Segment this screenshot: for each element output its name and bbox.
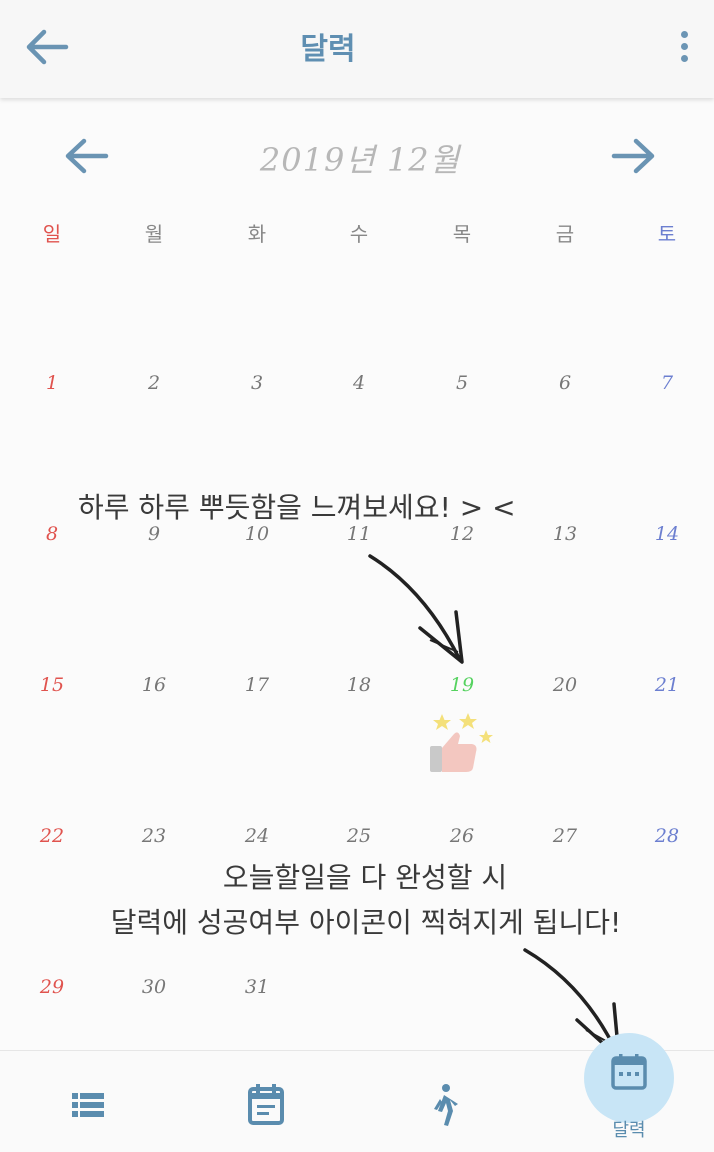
nav-todo-list[interactable] bbox=[0, 1051, 178, 1152]
weekday-sat: 토 bbox=[657, 222, 677, 246]
calendar-day[interactable]: 15 bbox=[22, 674, 82, 696]
more-vertical-icon bbox=[680, 31, 688, 38]
more-options-button[interactable] bbox=[676, 28, 692, 68]
calendar-note-icon bbox=[248, 1084, 284, 1125]
calendar-day[interactable]: 4 bbox=[329, 372, 389, 394]
calendar-day[interactable]: 31 bbox=[227, 976, 287, 998]
calendar-day[interactable]: 30 bbox=[124, 976, 184, 998]
arrow-right-icon bbox=[611, 138, 655, 174]
calendar-day[interactable]: 7 bbox=[637, 372, 697, 394]
calendar-day[interactable]: 27 bbox=[535, 825, 595, 847]
calendar-day[interactable]: 26 bbox=[432, 825, 492, 847]
app-bar: 달력 bbox=[0, 0, 714, 98]
calendar-day[interactable]: 19 bbox=[432, 674, 492, 696]
calendar-day[interactable]: 11 bbox=[329, 523, 389, 545]
calendar-day[interactable]: 3 bbox=[227, 372, 287, 394]
nav-schedule[interactable] bbox=[178, 1051, 356, 1152]
calendar-day[interactable]: 22 bbox=[22, 825, 82, 847]
calendar-day[interactable]: 10 bbox=[227, 523, 287, 545]
calendar-day[interactable]: 13 bbox=[535, 523, 595, 545]
month-label: 2019년 12월 bbox=[259, 141, 461, 179]
weekday-sun: 일 bbox=[42, 222, 62, 246]
calendar-day[interactable]: 28 bbox=[637, 825, 697, 847]
calendar-day[interactable]: 16 bbox=[124, 674, 184, 696]
calendar-day[interactable]: 9 bbox=[124, 523, 184, 545]
arrow-left-icon bbox=[65, 138, 109, 174]
calendar-day[interactable]: 29 bbox=[22, 976, 82, 998]
calendar-day[interactable]: 5 bbox=[432, 372, 492, 394]
calendar-icon bbox=[611, 1054, 647, 1090]
calendar-day[interactable]: 20 bbox=[535, 674, 595, 696]
calendar-day[interactable]: 6 bbox=[535, 372, 595, 394]
weekday-thu: 목 bbox=[452, 222, 472, 246]
nav-activity[interactable] bbox=[356, 1051, 534, 1152]
page-title: 달력 bbox=[300, 32, 356, 67]
calendar-day[interactable]: 21 bbox=[637, 674, 697, 696]
calendar-day[interactable]: 1 bbox=[22, 372, 82, 394]
calendar-day[interactable]: 18 bbox=[329, 674, 389, 696]
calendar-day[interactable]: 24 bbox=[227, 825, 287, 847]
nav-calendar[interactable] bbox=[584, 1033, 674, 1123]
thumbs-up-stars-icon bbox=[430, 713, 493, 772]
weekday-fri: 금 bbox=[555, 222, 575, 246]
calendar-day[interactable]: 23 bbox=[124, 825, 184, 847]
previous-month-button[interactable] bbox=[60, 130, 112, 182]
calendar-day[interactable]: 12 bbox=[432, 523, 492, 545]
calendar-day[interactable]: 14 bbox=[637, 523, 697, 545]
weekday-mon: 월 bbox=[144, 222, 164, 246]
tip-text-2-line-2: 달력에 성공여부 아이콘이 찍혀지게 됩니다! bbox=[110, 906, 622, 939]
weekday-tue: 화 bbox=[247, 222, 267, 246]
tip-text-2-line-1: 오늘할일을 다 완성할 시 bbox=[222, 861, 508, 894]
calendar-day[interactable]: 25 bbox=[329, 825, 389, 847]
next-month-button[interactable] bbox=[608, 130, 660, 182]
success-badge bbox=[426, 710, 498, 776]
calendar-day[interactable]: 2 bbox=[124, 372, 184, 394]
tip-text-1: 하루 하루 뿌듯함을 느껴보세요! > < bbox=[78, 491, 516, 524]
nav-calendar-label: 달력 bbox=[612, 1120, 646, 1141]
walking-person-icon bbox=[434, 1084, 458, 1126]
calendar-day[interactable]: 8 bbox=[22, 523, 82, 545]
calendar-day[interactable]: 17 bbox=[227, 674, 287, 696]
list-icon bbox=[72, 1093, 104, 1117]
weekday-wed: 수 bbox=[349, 222, 369, 246]
